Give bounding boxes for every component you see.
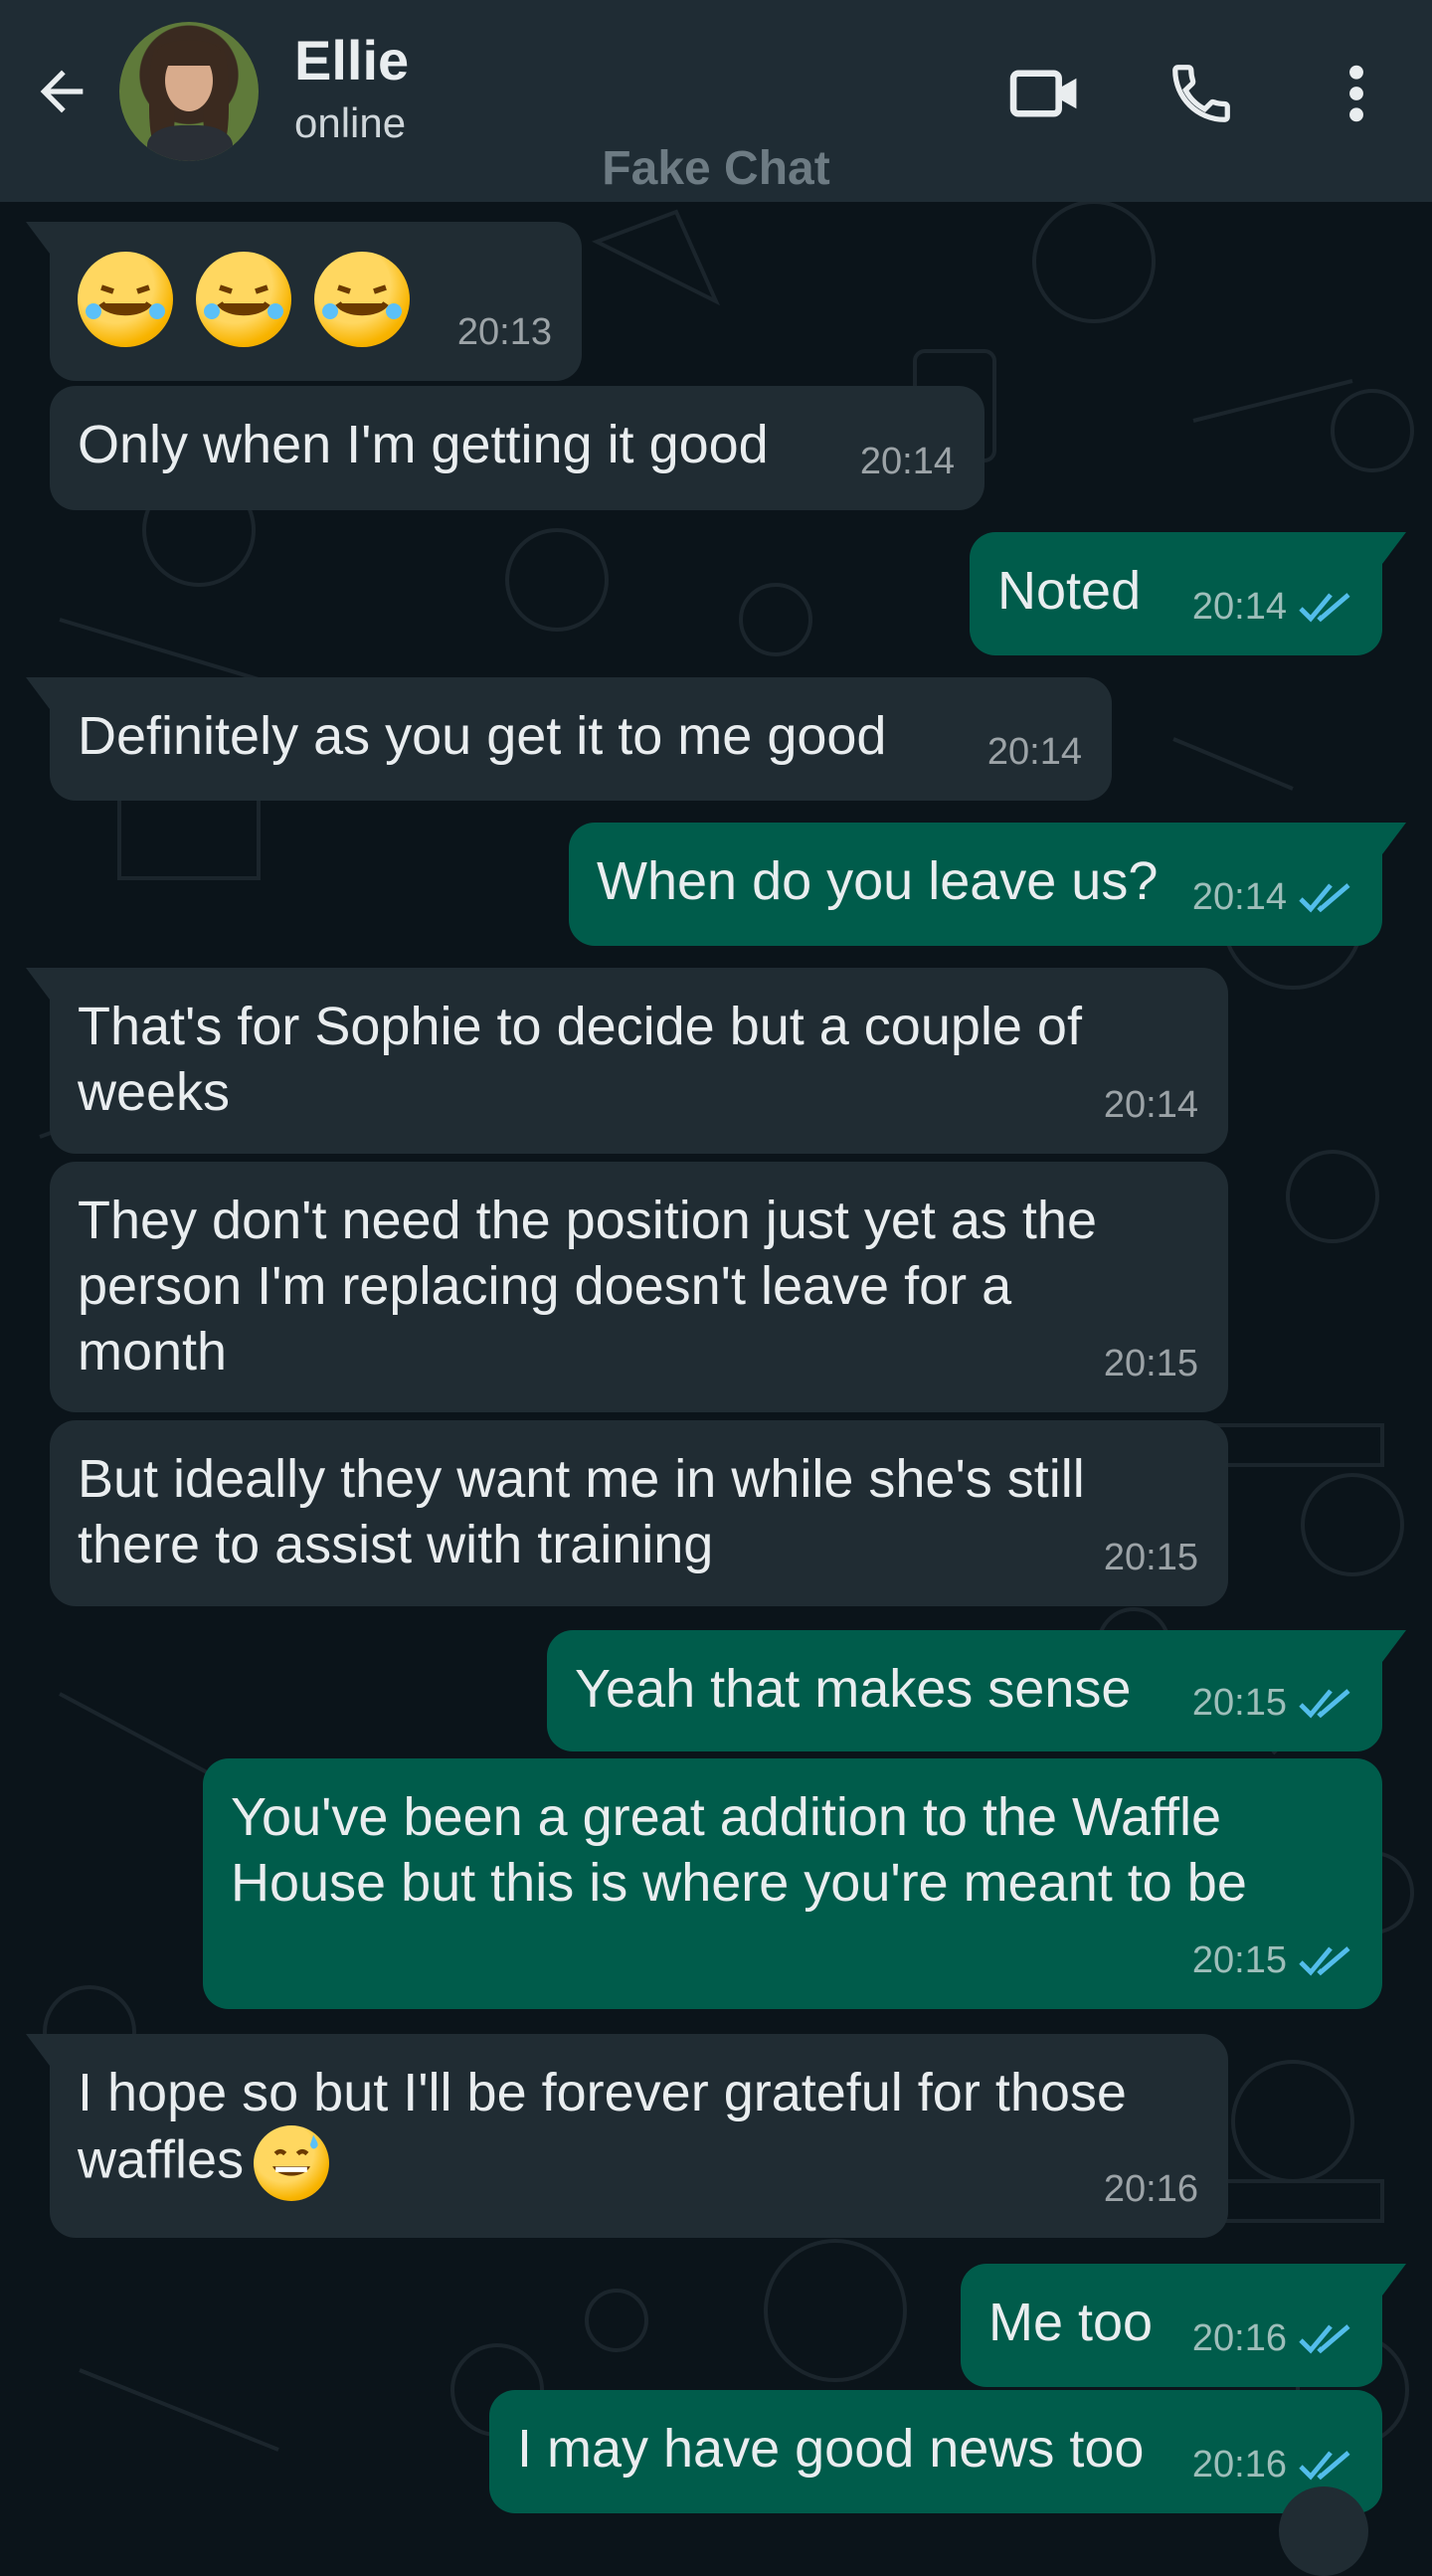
contact-name[interactable]: Ellie — [294, 28, 409, 92]
grinning-face-with-sweat-emoji — [254, 2125, 330, 2201]
message-bubble-incoming[interactable]: 20:13 — [26, 222, 582, 381]
message-time: 20:15 — [1103, 1537, 1198, 1578]
message-bubble-incoming[interactable]: I hope so but I'll be forever grateful f… — [26, 2034, 1228, 2238]
message-time: 20:14 — [1191, 586, 1287, 628]
rolling-on-floor-laughing-emoji — [196, 252, 292, 347]
more-options-icon[interactable] — [1315, 52, 1398, 135]
message-text: That's for Sophie to decide but a couple… — [78, 997, 1082, 1122]
message-text: You've been a great addition to the Waff… — [231, 1787, 1247, 1913]
read-receipt-icon — [1299, 2451, 1350, 2481]
voice-call-icon[interactable] — [1160, 52, 1243, 135]
chat-scroll-area[interactable]: 20:13 Only when I'm getting it good 20:1… — [0, 202, 1432, 2528]
message-time: 20:14 — [859, 441, 955, 482]
message-time: 20:15 — [1191, 1939, 1287, 1981]
message-time: 20:14 — [1191, 876, 1287, 918]
message-time: 20:16 — [1191, 2317, 1287, 2359]
contact-status: online — [294, 99, 407, 146]
message-text: Only when I'm getting it good — [78, 415, 769, 474]
message-bubble-incoming[interactable]: But ideally they want me in while she's … — [50, 1420, 1228, 1606]
message-text: They don't need the position just yet as… — [78, 1191, 1097, 1381]
watermark-text: Fake Chat — [602, 142, 830, 195]
message-bubble-incoming[interactable]: Definitely as you get it to me good 20:1… — [26, 677, 1112, 801]
message-text: I hope so but I'll be forever grateful f… — [78, 2060, 1200, 2201]
message-time: 20:15 — [1103, 1343, 1198, 1384]
read-receipt-icon — [1299, 1946, 1350, 1976]
chat-header: Ellie online Fake Chat — [0, 0, 1432, 202]
message-time: 20:14 — [986, 731, 1082, 773]
message-bubble-outgoing[interactable]: Me too 20:16 — [961, 2264, 1406, 2387]
message-bubble-outgoing[interactable]: You've been a great addition to the Waff… — [203, 1758, 1382, 2009]
read-receipt-icon — [1299, 883, 1350, 913]
message-bubble-outgoing[interactable]: Yeah that makes sense 20:15 — [547, 1630, 1406, 1751]
video-call-icon[interactable] — [1004, 52, 1088, 135]
message-time: 20:15 — [1191, 1682, 1287, 1724]
message-bubble-outgoing[interactable]: When do you leave us? 20:14 — [569, 823, 1406, 946]
message-text: But ideally they want me in while she's … — [78, 1449, 1085, 1574]
read-receipt-icon — [1299, 2324, 1350, 2354]
message-time: 20:13 — [456, 311, 552, 353]
read-receipt-icon — [1299, 1689, 1350, 1719]
message-bubble-incoming[interactable]: They don't need the position just yet as… — [50, 1162, 1228, 1412]
message-time: 20:16 — [1103, 2168, 1198, 2210]
message-time: 20:16 — [1191, 2444, 1287, 2485]
message-bubble-outgoing[interactable]: Noted 20:14 — [970, 532, 1406, 655]
message-text-body: I hope so but I'll be forever grateful f… — [78, 2063, 1127, 2190]
message-time: 20:14 — [1103, 1084, 1198, 1126]
message-bubble-outgoing[interactable]: I may have good news too 20:16 — [489, 2390, 1382, 2513]
rolling-on-floor-laughing-emoji — [314, 252, 411, 347]
message-bubble-incoming[interactable]: Only when I'm getting it good 20:14 — [50, 386, 984, 510]
back-arrow-icon[interactable] — [22, 52, 101, 131]
message-bubble-incoming[interactable]: That's for Sophie to decide but a couple… — [26, 968, 1228, 1154]
scroll-to-bottom-button[interactable] — [1279, 2486, 1368, 2576]
message-text: Definitely as you get it to me good — [78, 706, 887, 766]
contact-avatar[interactable] — [119, 22, 259, 161]
rolling-on-floor-laughing-emoji — [78, 252, 173, 347]
read-receipt-icon — [1299, 593, 1350, 623]
